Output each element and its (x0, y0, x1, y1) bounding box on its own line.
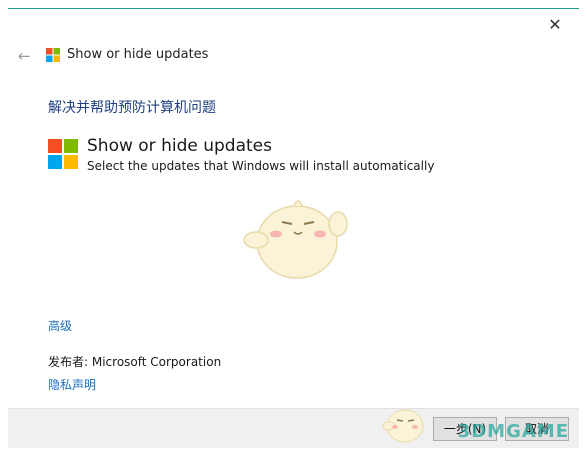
site-watermark: 3DMGAME (457, 421, 569, 442)
troubleshooter-window: ✕ ← Show or hide updates 解决并帮助预防计算机问题 Sh… (8, 8, 579, 448)
mascot-watermark-image (243, 200, 348, 279)
privacy-statement-link[interactable]: 隐私声明 (48, 376, 96, 393)
window-title: Show or hide updates (67, 47, 209, 62)
publisher-text: 发布者: Microsoft Corporation (48, 355, 222, 369)
back-arrow-icon: ← (18, 47, 31, 65)
app-subtitle: Select the updates that Windows will ins… (87, 159, 435, 173)
title-bar: ← Show or hide updates (8, 43, 579, 67)
footer-bar: 一步(N) 取消 3DMGAME (8, 408, 579, 448)
app-title: Show or hide updates (87, 136, 272, 156)
page-heading: 解决并帮助预防计算机问题 (48, 100, 216, 116)
mascot-watermark-small-image (382, 409, 424, 443)
microsoft-logo-icon (46, 48, 60, 62)
close-icon: ✕ (548, 15, 562, 34)
close-button[interactable]: ✕ (545, 15, 565, 35)
microsoft-logo-large-icon (48, 139, 78, 169)
back-button[interactable]: ← (18, 47, 31, 65)
advanced-link[interactable]: 高级 (48, 317, 72, 334)
